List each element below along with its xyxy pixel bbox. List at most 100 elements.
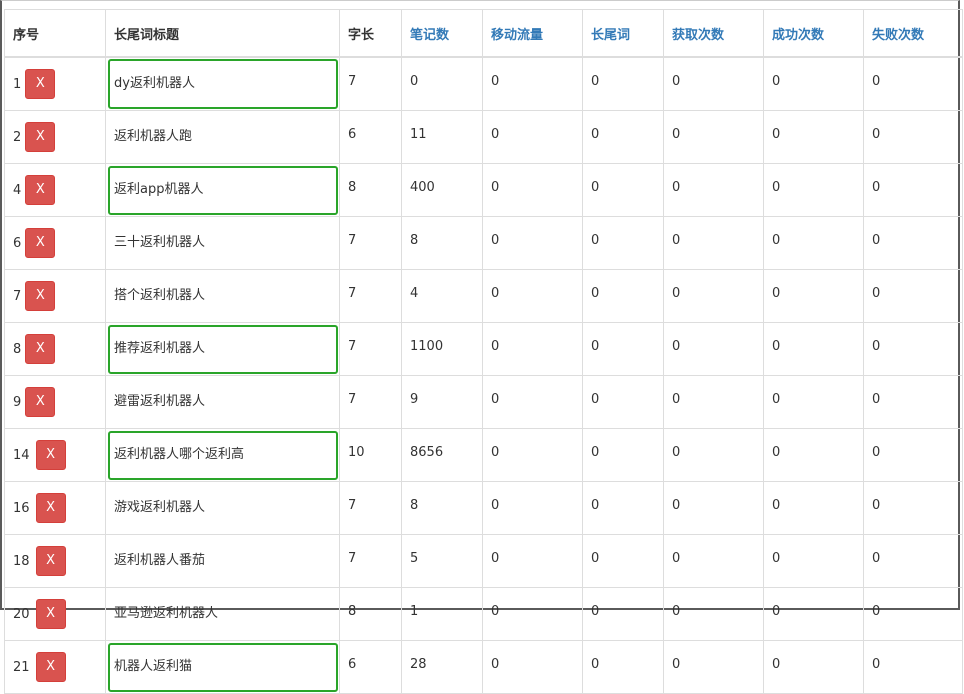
cell-index: 16 X [4, 481, 106, 535]
cell-title: dy返利机器人 [105, 56, 340, 111]
cell-notes: 1 [401, 587, 483, 641]
cell-mobile-traffic: 0 [482, 428, 583, 482]
cell-success-count: 0 [763, 163, 864, 217]
row-number: 6 [13, 235, 22, 251]
cell-fetch-count: 0 [663, 269, 764, 323]
col-header-fail-count[interactable]: 失败次数 [863, 9, 963, 58]
table-row: 1 Xdy返利机器人 7 0 0 0 0 0 0 [4, 56, 963, 111]
row-number: 7 [13, 288, 22, 304]
delete-button[interactable]: X [35, 599, 66, 629]
cell-length: 6 [339, 640, 402, 694]
col-header-mobile-traffic[interactable]: 移动流量 [482, 9, 583, 58]
cell-length: 7 [339, 322, 402, 376]
cell-fail-count: 0 [863, 587, 963, 641]
cell-mobile-traffic: 0 [482, 269, 583, 323]
cell-title: 返利机器人番茄 [105, 534, 340, 588]
delete-button[interactable]: X [25, 69, 56, 99]
cell-success-count: 0 [763, 640, 864, 694]
cell-length: 8 [339, 163, 402, 217]
table-row: 14 X 返利机器人哪个返利高 10 8656 0 0 0 0 0 [4, 428, 963, 482]
row-number: 16 [13, 500, 30, 516]
col-header-length: 字长 [339, 9, 402, 58]
cell-success-count: 0 [763, 534, 864, 588]
cell-longtail: 0 [582, 375, 664, 429]
cell-mobile-traffic: 0 [482, 375, 583, 429]
table-row: 9 X 避雷返利机器人 7 9 0 0 0 0 0 [4, 375, 963, 429]
cell-success-count: 0 [763, 587, 864, 641]
cell-mobile-traffic: 0 [482, 110, 583, 164]
cell-longtail: 0 [582, 56, 664, 111]
delete-button[interactable]: X [25, 228, 56, 258]
cell-longtail: 0 [582, 163, 664, 217]
cell-index: 18 X [4, 534, 106, 588]
col-header-success-count[interactable]: 成功次数 [763, 9, 864, 58]
cell-index: 1X [4, 56, 106, 111]
table-row: 18 X 返利机器人番茄 7 5 0 0 0 0 0 [4, 534, 963, 588]
cell-fetch-count: 0 [663, 640, 764, 694]
delete-button[interactable]: X [25, 387, 56, 417]
cell-fetch-count: 0 [663, 322, 764, 376]
cell-fail-count: 0 [863, 428, 963, 482]
col-header-fetch-count[interactable]: 获取次数 [663, 9, 764, 58]
cell-longtail: 0 [582, 322, 664, 376]
cell-fetch-count: 0 [663, 110, 764, 164]
cell-longtail: 0 [582, 534, 664, 588]
row-number: 4 [13, 182, 22, 198]
cell-title: 避雷返利机器人 [105, 375, 340, 429]
col-header-longtail[interactable]: 长尾词 [582, 9, 664, 58]
table-header-row: 序号 长尾词标题 字长 笔记数 移动流量 长尾词 获取次数 成功次数 失败次数 [4, 9, 963, 58]
cell-longtail: 0 [582, 269, 664, 323]
cell-length: 6 [339, 110, 402, 164]
table-row: 2 X 返利机器人跑 6 11 0 0 0 0 0 [4, 110, 963, 164]
col-header-notes[interactable]: 笔记数 [401, 9, 483, 58]
cell-notes: 11 [401, 110, 483, 164]
cell-title: 返利app机器人 [105, 163, 340, 217]
cell-length: 7 [339, 375, 402, 429]
cell-fail-count: 0 [863, 269, 963, 323]
delete-button[interactable]: X [25, 334, 56, 364]
cell-success-count: 0 [763, 375, 864, 429]
cell-fail-count: 0 [863, 534, 963, 588]
cell-title: 亚马逊返利机器人 [105, 587, 340, 641]
table-row: 8 X 推荐返利机器人 7 1100 0 0 0 0 0 [4, 322, 963, 376]
cell-length: 7 [339, 56, 402, 111]
delete-button[interactable]: X [35, 652, 66, 682]
delete-button[interactable]: X [25, 122, 56, 152]
table-row: 6 X 三十返利机器人 7 8 0 0 0 0 0 [4, 216, 963, 270]
cell-success-count: 0 [763, 110, 864, 164]
cell-index: 9X [4, 375, 106, 429]
cell-mobile-traffic: 0 [482, 322, 583, 376]
cell-notes: 28 [401, 640, 483, 694]
cell-fetch-count: 0 [663, 163, 764, 217]
cell-index: 7X [4, 269, 106, 323]
cell-fail-count: 0 [863, 375, 963, 429]
cell-mobile-traffic: 0 [482, 216, 583, 270]
table-panel: 序号 长尾词标题 字长 笔记数 移动流量 长尾词 获取次数 成功次数 失败次数 … [0, 0, 963, 694]
cell-success-count: 0 [763, 216, 864, 270]
delete-button[interactable]: X [35, 546, 66, 576]
cell-index: 20 X [4, 587, 106, 641]
table-row: 7 X 搭个返利机器人 7 4 0 0 0 0 0 [4, 269, 963, 323]
cell-notes: 8 [401, 216, 483, 270]
row-number: 18 [13, 553, 30, 569]
delete-button[interactable]: X [35, 440, 66, 470]
cell-success-count: 0 [763, 322, 864, 376]
cell-notes: 8656 [401, 428, 483, 482]
delete-button[interactable]: X [35, 493, 66, 523]
cell-success-count: 0 [763, 428, 864, 482]
table-row: 4 X 返利app机器人 8 400 0 0 0 0 0 [4, 163, 963, 217]
cell-length: 7 [339, 534, 402, 588]
cell-title: 游戏返利机器人 [105, 481, 340, 535]
cell-mobile-traffic: 0 [482, 587, 583, 641]
delete-button[interactable]: X [25, 175, 56, 205]
cell-notes: 0 [401, 56, 483, 111]
row-number: 14 [13, 447, 30, 463]
delete-button[interactable]: X [25, 281, 56, 311]
keyword-table: 序号 长尾词标题 字长 笔记数 移动流量 长尾词 获取次数 成功次数 失败次数 … [4, 9, 963, 694]
cell-mobile-traffic: 0 [482, 56, 583, 111]
cell-length: 7 [339, 269, 402, 323]
cell-mobile-traffic: 0 [482, 481, 583, 535]
cell-notes: 400 [401, 163, 483, 217]
cell-index: 8X [4, 322, 106, 376]
cell-index: 2X [4, 110, 106, 164]
